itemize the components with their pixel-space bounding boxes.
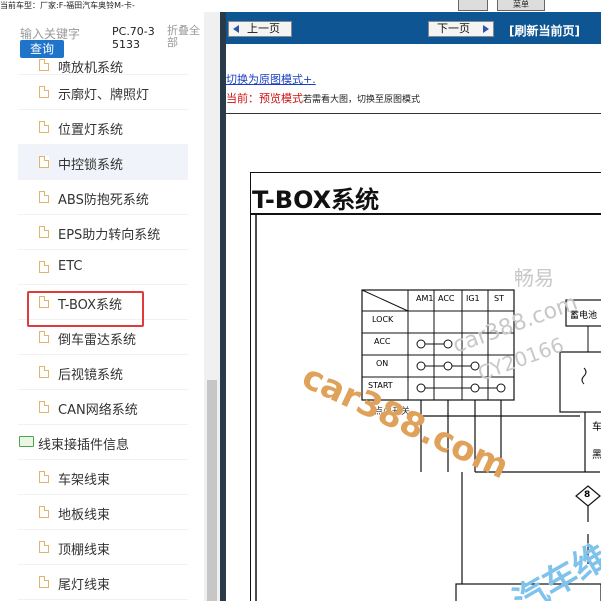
- wiring-diagram: T-BOX系统 AM1 ACC IG1 ST LOCK ACC ON START…: [250, 172, 601, 601]
- document-icon: [39, 541, 49, 553]
- prev-page-button[interactable]: 上一页: [228, 21, 292, 37]
- tree-item-position-lamps[interactable]: 位置灯系统: [18, 110, 188, 145]
- menu-button[interactable]: 菜单: [497, 0, 545, 11]
- model-code-label: PC.70-35133: [112, 25, 155, 51]
- connector-number: 8: [584, 490, 591, 500]
- ignition-switch-table: [361, 289, 580, 472]
- tree-item-label: ABS防抱死系统: [58, 193, 149, 208]
- tree-item-taillamp-harness[interactable]: 尾灯线束: [18, 565, 188, 600]
- top-toolbar-button[interactable]: [458, 0, 488, 11]
- scrollbar-thumb[interactable]: [207, 380, 217, 601]
- tree-item-etc[interactable]: ETC: [18, 250, 188, 285]
- tree-item-label: ETC: [58, 259, 83, 274]
- tree-item-mirror[interactable]: 后视镜系统: [18, 355, 188, 390]
- top-strip: 当前车型：厂家:F-福田汽车奥铃M-卡- 菜单: [0, 0, 601, 12]
- arrow-right-icon: [483, 25, 489, 33]
- tree-item-label: EPS助力转向系统: [58, 228, 161, 243]
- page-toolbar: 上一页 下一页 [刷新当前页]: [226, 12, 601, 44]
- document-icon: [39, 576, 49, 588]
- arrow-left-icon: [233, 25, 239, 33]
- switch-col-am1: AM1: [416, 294, 434, 303]
- switch-row-acc: ACC: [374, 337, 391, 346]
- switch-caption: 点火开关: [374, 407, 411, 417]
- tree-item-system-0[interactable]: 喷放机系统: [18, 59, 188, 76]
- current-mode-line: 当前：预览模式若需看大图，切换至原图模式: [226, 90, 420, 106]
- tree-item-label: 示廓灯、牌照灯: [58, 88, 150, 103]
- document-icon: [39, 261, 49, 273]
- tree-item-abs[interactable]: ABS防抱死系统: [18, 180, 188, 215]
- category-tree: 喷放机系统 示廓灯、牌照灯 位置灯系统 中控锁系统 ABS防抱死系统 EPS助力…: [18, 59, 188, 600]
- tree-item-central-lock[interactable]: 中控锁系统: [18, 145, 188, 180]
- document-icon: [39, 59, 49, 71]
- folder-open-icon: [19, 436, 34, 447]
- sidebar-scrollbar[interactable]: [204, 12, 220, 601]
- side-label-1: 车: [592, 422, 601, 433]
- battery-label: 蓄电池: [570, 311, 598, 321]
- mode-prefix: 当前：: [226, 92, 259, 105]
- tree-item-label: 位置灯系统: [58, 123, 124, 138]
- content-separator: [226, 113, 601, 114]
- tree-item-label: 地板线束: [58, 508, 111, 523]
- next-page-label: 下一页: [437, 22, 470, 35]
- switch-col-st: ST: [494, 294, 504, 303]
- mode-hint: 若需看大图，切换至原图模式: [303, 95, 421, 105]
- document-icon: [39, 331, 49, 343]
- tree-folder-connectors[interactable]: 线束接插件信息: [18, 425, 188, 460]
- document-icon: [39, 86, 49, 98]
- document-icon: [39, 506, 49, 518]
- switch-mode-link[interactable]: 切换为原图模式+.: [226, 71, 316, 87]
- switch-col-acc: ACC: [438, 294, 455, 303]
- document-icon: [39, 226, 49, 238]
- document-icon: [39, 156, 49, 168]
- search-button[interactable]: 查询: [20, 40, 64, 58]
- mode-name: 预览模式: [259, 92, 303, 105]
- tree-item-label: CAN网络系统: [58, 403, 138, 418]
- tree-item-label: 中控锁系统: [58, 158, 124, 173]
- diagram-title: T-BOX系统: [252, 186, 380, 214]
- tree-item-frame-harness[interactable]: 车架线束: [18, 460, 188, 495]
- switch-row-lock: LOCK: [372, 315, 394, 324]
- switch-row-on: ON: [376, 359, 389, 368]
- tree-item-label: 线束接插件信息: [38, 438, 130, 453]
- next-page-button[interactable]: 下一页: [428, 21, 494, 37]
- tree-item-floor-harness[interactable]: 地板线束: [18, 495, 188, 530]
- refresh-page-link[interactable]: [刷新当前页]: [509, 22, 580, 39]
- switch-row-start: START: [368, 381, 393, 390]
- tree-item-label: 车架线束: [58, 473, 111, 488]
- tree-item-can[interactable]: CAN网络系统: [18, 390, 188, 425]
- side-label-2: 黑: [592, 450, 601, 461]
- switch-col-ig1: IG1: [466, 294, 480, 303]
- tree-item-roof-harness[interactable]: 顶棚线束: [18, 530, 188, 565]
- selection-highlight-box: [27, 291, 144, 327]
- tree-item-label: 顶棚线束: [58, 543, 111, 558]
- tree-item-label: 尾灯线束: [58, 578, 111, 593]
- document-icon: [39, 121, 49, 133]
- document-icon: [39, 366, 49, 378]
- current-model-breadcrumb: 当前车型：厂家:F-福田汽车奥铃M-卡-: [0, 1, 135, 10]
- content-pane: 上一页 下一页 [刷新当前页] 切换为原图模式+. 当前：预览模式若需看大图，切…: [226, 12, 601, 601]
- document-icon: [39, 401, 49, 413]
- tree-item-label: 倒车雷达系统: [58, 333, 137, 348]
- prev-page-label: 上一页: [247, 22, 280, 35]
- document-icon: [39, 191, 49, 203]
- tree-item-eps[interactable]: EPS助力转向系统: [18, 215, 188, 250]
- tree-item-label: 喷放机系统: [58, 61, 124, 76]
- collapse-all-button[interactable]: 折叠全部: [167, 25, 207, 49]
- document-icon: [39, 471, 49, 483]
- tree-item-label: 后视镜系统: [58, 368, 124, 383]
- tree-item-marker-lamps[interactable]: 示廓灯、牌照灯: [18, 75, 188, 110]
- wiring-diagram-drawing: [250, 172, 601, 601]
